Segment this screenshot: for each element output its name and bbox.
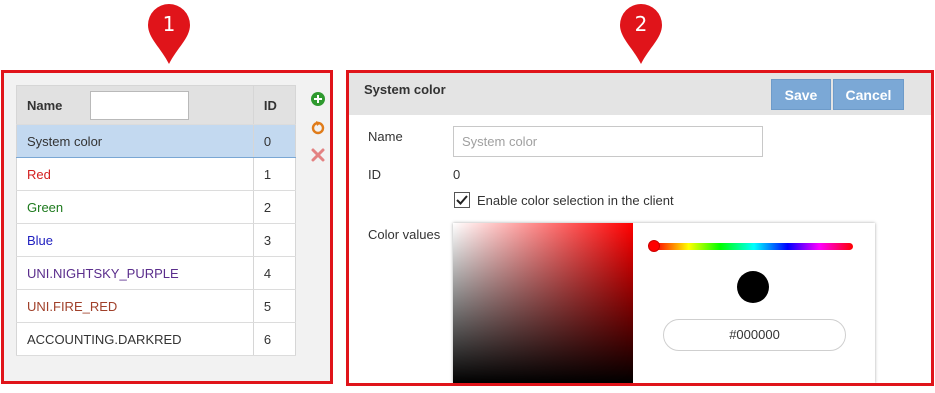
add-icon[interactable] [310,91,326,107]
detail-body: Name System color ID 0 Enable color sele… [349,115,931,383]
row-name: UNI.NIGHTSKY_PURPLE [16,256,254,290]
row-name: Green [16,190,254,224]
color-detail-panel: System color Save Cancel Name System col… [346,70,934,386]
row-name: System color [16,124,254,158]
refresh-icon[interactable] [310,119,326,135]
table-row[interactable]: UNI.NIGHTSKY_PURPLE 4 [16,256,296,290]
name-column-header[interactable]: Name [16,85,254,125]
table-row[interactable]: ACCOUNTING.DARKRED 6 [16,322,296,356]
row-name: UNI.FIRE_RED [16,289,254,323]
save-button[interactable]: Save [771,79,831,110]
row-id: 4 [253,256,296,290]
callout-marker-1: 1 [146,4,192,66]
delete-icon[interactable] [310,147,326,163]
detail-header: System color Save Cancel [349,73,931,115]
color-values-label: Color values [368,227,441,242]
table-row[interactable]: System color 0 [16,124,296,158]
table-row[interactable]: UNI.FIRE_RED 5 [16,289,296,323]
row-name: ACCOUNTING.DARKRED [16,322,254,356]
color-picker: #000000 [453,223,875,383]
id-value: 0 [453,167,461,182]
row-id: 5 [253,289,296,323]
enable-color-checkbox[interactable] [454,192,470,208]
saturation-area[interactable] [453,223,633,383]
row-id: 0 [253,124,296,158]
table-row[interactable]: Blue 3 [16,223,296,257]
color-preview-swatch [737,271,769,303]
table-row[interactable]: Green 2 [16,190,296,224]
list-toolbar [310,91,326,175]
color-list-panel: Name ID System color 0 Red 1 Green 2 Blu… [1,70,333,384]
name-filter-input[interactable] [90,90,190,120]
stage: 1 2 Name ID System color 0 Red 1 Green 2… [0,0,935,393]
callout-marker-2: 2 [618,4,664,66]
cancel-button[interactable]: Cancel [833,79,904,110]
row-id: 2 [253,190,296,224]
enable-color-label: Enable color selection in the client [477,193,674,208]
row-name: Red [16,157,254,191]
table-row[interactable]: Red 1 [16,157,296,191]
row-id: 1 [253,157,296,191]
marker-number: 1 [162,12,176,36]
row-id: 6 [253,322,296,356]
row-id: 3 [253,223,296,257]
row-name: Blue [16,223,254,257]
hex-value-field[interactable]: #000000 [663,319,846,351]
name-header-label: Name [27,97,63,113]
table-header-row: Name ID [16,85,296,125]
hue-slider[interactable] [655,243,853,250]
id-label: ID [368,167,381,182]
hue-slider-handle[interactable] [648,240,660,252]
id-column-header[interactable]: ID [253,85,296,125]
name-label: Name [368,129,403,144]
checkmark-icon [456,195,468,205]
marker-number: 2 [634,12,648,36]
color-table: Name ID System color 0 Red 1 Green 2 Blu… [16,85,296,356]
detail-title: System color [364,82,446,97]
name-field[interactable]: System color [453,126,763,157]
